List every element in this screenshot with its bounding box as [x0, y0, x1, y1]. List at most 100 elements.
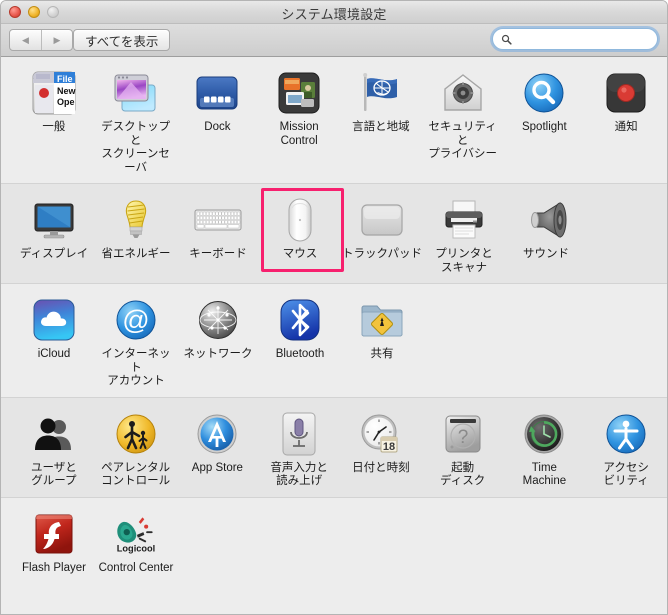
pref-pane-mouse[interactable]: マウス: [259, 184, 344, 283]
pref-pane-label: 起動 ディスク: [440, 461, 486, 488]
search-input[interactable]: [516, 30, 667, 48]
pref-pane-security-privacy[interactable]: セキュリティと プライバシー: [422, 57, 504, 183]
pref-pane-date-time[interactable]: 18 日付と時刻: [340, 398, 422, 497]
pref-pane-label: 音声入力と 読み上げ: [270, 461, 328, 488]
pref-pane-label: 言語と地域: [352, 121, 410, 133]
toolbar: ◀ ▶ すべてを表示: [1, 24, 667, 57]
pref-pane-internet-accounts[interactable]: @ インターネット アカウント: [95, 284, 177, 397]
pref-pane-label: プリンタと スキャナ: [435, 248, 493, 274]
pref-pane-label: セキュリティと プライバシー: [428, 121, 498, 160]
pref-pane-icloud[interactable]: iCloud: [13, 284, 95, 397]
pref-pane-label: Dock: [204, 121, 231, 133]
pref-pane-users-groups[interactable]: ユーザと グループ: [13, 398, 95, 497]
pref-pane-label: iCloud: [37, 348, 71, 360]
svg-text:Ope: Ope: [57, 97, 75, 107]
desktop-screensaver-icon: [112, 69, 160, 117]
flash-player-icon: [30, 510, 78, 558]
pref-pane-label: キーボード: [189, 248, 247, 260]
preferences-row-1: File New Ope 一般 デスクトップと スクリーンセーバ Dock Mi…: [1, 57, 667, 184]
show-all-button[interactable]: すべてを表示: [73, 29, 171, 51]
date-time-icon: 18: [357, 410, 405, 458]
pref-pane-notifications[interactable]: 通知: [585, 57, 667, 183]
icloud-icon: [30, 296, 78, 344]
pref-pane-label: 日付と時刻: [352, 461, 410, 474]
pref-pane-spotlight[interactable]: Spotlight: [504, 57, 586, 183]
bluetooth-icon: [276, 296, 324, 344]
title-bar: システム環境設定: [1, 1, 667, 24]
preferences-row-2: ディスプレイ 省エネルギー キーボード マウス トラックパッド プリンタと スキ…: [1, 184, 667, 284]
preferences-row-3: iCloud @ インターネット アカウント ネットワーク Bluetooth …: [1, 284, 667, 398]
preferences-row-5: Flash Player Logicool Control Center: [1, 497, 667, 584]
pref-pane-label: サウンド: [523, 248, 569, 260]
pref-pane-keyboard[interactable]: キーボード: [177, 184, 259, 283]
pref-pane-language-region[interactable]: 言語と地域: [340, 57, 422, 183]
pref-pane-label: 共有: [370, 348, 394, 360]
pref-pane-label: 通知: [614, 121, 638, 133]
pref-pane-label: インターネット アカウント: [101, 348, 171, 387]
pref-pane-trackpad[interactable]: トラックパッド: [341, 184, 423, 283]
pref-pane-label: 省エネルギー: [101, 248, 171, 260]
app-store-icon: [193, 410, 241, 458]
svg-text:?: ?: [457, 427, 468, 448]
pref-pane-printers-scanners[interactable]: プリンタと スキャナ: [423, 184, 505, 283]
back-button[interactable]: ◀: [10, 30, 41, 50]
search-field[interactable]: [492, 28, 667, 50]
pref-pane-accessibility[interactable]: アクセシ ビリティ: [585, 398, 667, 497]
displays-icon: [30, 196, 78, 244]
pref-pane-label: Time Machine: [522, 461, 567, 488]
pref-pane-sharing[interactable]: 共有: [341, 284, 423, 397]
pref-pane-network[interactable]: ネットワーク: [177, 284, 259, 397]
pref-pane-desktop-screensaver[interactable]: デスクトップと スクリーンセーバ: [95, 57, 177, 183]
pref-pane-label: Flash Player: [22, 561, 86, 574]
pref-pane-logicool-control-center[interactable]: Logicool Control Center: [95, 498, 177, 584]
users-groups-icon: [30, 410, 78, 458]
pref-pane-bluetooth[interactable]: Bluetooth: [259, 284, 341, 397]
pref-pane-sound[interactable]: サウンド: [505, 184, 587, 283]
pref-pane-label: トラックパッド: [342, 248, 422, 260]
trackpad-icon: [358, 196, 406, 244]
keyboard-icon: [194, 196, 242, 244]
sharing-icon: [358, 296, 406, 344]
pref-pane-parental-controls[interactable]: ペアレンタル コントロール: [95, 398, 177, 497]
svg-text:File: File: [57, 74, 73, 84]
notifications-icon: [602, 69, 650, 117]
pref-pane-displays[interactable]: ディスプレイ: [13, 184, 95, 283]
internet-accounts-icon: @: [112, 296, 160, 344]
pref-pane-dictation-speech[interactable]: 音声入力と 読み上げ: [258, 398, 340, 497]
dictation-speech-icon: [275, 410, 323, 458]
pref-pane-mission-control[interactable]: Mission Control: [258, 57, 340, 183]
svg-text:@: @: [122, 305, 149, 335]
pref-pane-app-store[interactable]: App Store: [177, 398, 259, 497]
pref-pane-flash-player[interactable]: Flash Player: [13, 498, 95, 584]
preferences-grid: File New Ope 一般 デスクトップと スクリーンセーバ Dock Mi…: [1, 57, 667, 614]
spotlight-icon: [520, 69, 568, 117]
printers-scanners-icon: [440, 196, 488, 244]
pref-pane-label: ペアレンタル コントロール: [101, 461, 171, 488]
pref-pane-general[interactable]: File New Ope 一般: [13, 57, 95, 183]
search-icon: [501, 34, 512, 45]
time-machine-icon: [520, 410, 568, 458]
accessibility-icon: [602, 410, 650, 458]
pref-pane-energy-saver[interactable]: 省エネルギー: [95, 184, 177, 283]
preferences-row-4: ユーザと グループ ペアレンタル コントロール App Store 音声入力と …: [1, 397, 667, 498]
pref-pane-label: Control Center: [98, 561, 174, 574]
mouse-icon: [276, 196, 324, 244]
window-title: システム環境設定: [281, 7, 387, 22]
pref-pane-label: Bluetooth: [275, 348, 325, 360]
forward-button[interactable]: ▶: [41, 30, 72, 50]
general-icon: File New Ope: [30, 69, 78, 117]
navigation-buttons: ◀ ▶: [9, 29, 73, 51]
pref-pane-label: マウス: [282, 248, 318, 260]
energy-saver-icon: [112, 196, 160, 244]
language-region-icon: [357, 69, 405, 117]
pref-pane-label: ネットワーク: [183, 348, 253, 360]
security-privacy-icon: [439, 69, 487, 117]
startup-disk-icon: ?: [439, 410, 487, 458]
sound-icon: [522, 196, 570, 244]
pref-pane-time-machine[interactable]: Time Machine: [504, 398, 586, 497]
pref-pane-startup-disk[interactable]: ? 起動 ディスク: [422, 398, 504, 497]
pref-pane-label: アクセシ ビリティ: [603, 461, 649, 488]
pref-pane-dock[interactable]: Dock: [177, 57, 259, 183]
svg-text:18: 18: [383, 441, 395, 453]
system-preferences-window: システム環境設定 ◀ ▶ すべてを表示 File New Ope 一般 デスクト…: [0, 0, 668, 615]
